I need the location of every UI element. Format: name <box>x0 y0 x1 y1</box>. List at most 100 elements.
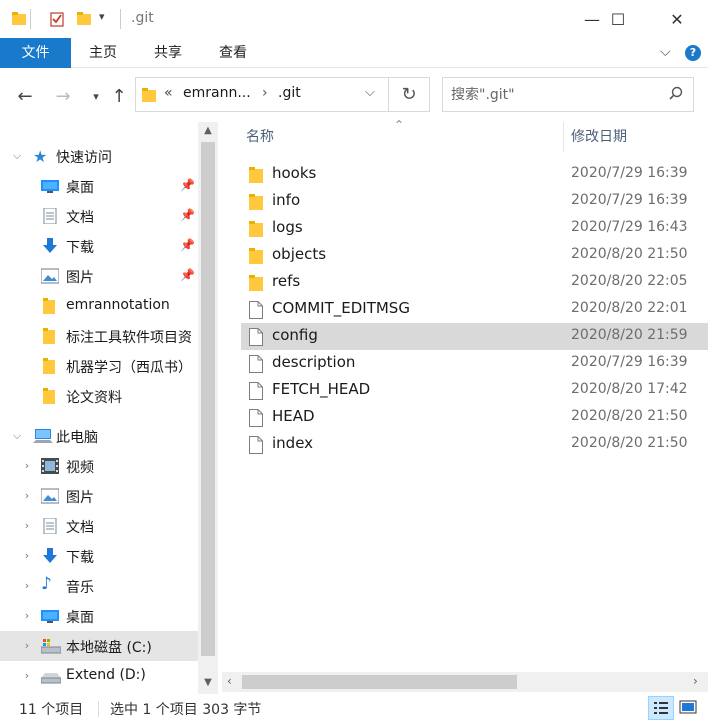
document-icon <box>41 517 59 535</box>
tab-home[interactable]: 主页 <box>80 38 126 68</box>
table-row[interactable]: config 2020/8/20 21:59 <box>241 323 708 350</box>
scrollbar-thumb[interactable] <box>201 142 215 656</box>
table-row[interactable]: objects 2020/8/20 21:50 <box>241 242 708 269</box>
close-button[interactable]: ✕ <box>654 0 700 38</box>
back-arrow-icon[interactable]: ← <box>13 85 37 107</box>
scroll-down-icon[interactable]: ▼ <box>198 674 218 692</box>
collapsed-chevron-icon[interactable]: › <box>20 669 34 683</box>
sidebar-item-documents[interactable]: 文档 📌 <box>0 201 198 231</box>
table-row[interactable]: description 2020/7/29 16:39 <box>241 350 708 377</box>
file-icon <box>249 382 265 400</box>
table-row[interactable]: index 2020/8/20 21:50 <box>241 431 708 458</box>
address-dropdown-icon[interactable]: ⌵ <box>365 85 375 100</box>
sidebar-item-annotation-project[interactable]: 标注工具软件项目资 <box>0 321 198 351</box>
sidebar-item-pc-desktop[interactable]: › 桌面 <box>0 601 198 631</box>
new-folder-icon[interactable] <box>76 11 92 31</box>
table-row[interactable]: hooks 2020/7/29 16:39 <box>241 161 708 188</box>
picture-icon <box>40 488 60 504</box>
address-bar[interactable]: « emrann... › .git ⌵ <box>135 77 389 112</box>
pin-icon[interactable]: 📌 <box>180 268 195 282</box>
sidebar-item-label: 标注工具软件项目资 <box>66 330 192 346</box>
sidebar-item-pc-downloads[interactable]: › 下载 <box>0 541 198 571</box>
sidebar-item-music[interactable]: › ♪ 音乐 <box>0 571 198 601</box>
sidebar-item-local-disk-c[interactable]: › 本地磁盘 (C:) <box>0 631 198 661</box>
refresh-button[interactable]: ↻ <box>389 77 430 112</box>
folder-icon <box>249 166 265 183</box>
properties-icon[interactable] <box>49 11 65 31</box>
horizontal-scrollbar[interactable]: ‹ › <box>222 672 708 692</box>
sidebar-item-emrannotation[interactable]: emrannotation <box>0 291 198 321</box>
item-count: 11 个项目 <box>19 702 84 718</box>
pin-icon[interactable]: 📌 <box>180 208 195 222</box>
maximize-button[interactable]: ☐ <box>595 0 641 38</box>
sidebar-item-machine-learning[interactable]: 机器学习（西瓜书） <box>0 351 198 381</box>
help-icon[interactable]: ? <box>685 45 701 61</box>
collapsed-chevron-icon[interactable]: › <box>20 549 34 563</box>
pin-icon[interactable]: 📌 <box>180 178 195 192</box>
table-row[interactable]: FETCH_HEAD 2020/8/20 17:42 <box>241 377 708 404</box>
sidebar-item-label: 文档 <box>66 210 94 226</box>
column-divider[interactable] <box>563 122 564 152</box>
large-icons-view-button[interactable] <box>676 696 702 720</box>
scrollbar-thumb[interactable] <box>242 675 517 689</box>
collapsed-chevron-icon[interactable]: › <box>20 489 34 503</box>
quick-access-label: 快速访问 <box>56 150 112 166</box>
quick-access[interactable]: ⌵ ★ 快速访问 <box>0 141 198 171</box>
file-name: index <box>272 434 314 452</box>
table-row[interactable]: info 2020/7/29 16:39 <box>241 188 708 215</box>
sidebar-item-pc-pictures[interactable]: › 图片 <box>0 481 198 511</box>
column-header-modified[interactable]: 修改日期 <box>571 122 708 154</box>
expanded-chevron-icon[interactable]: ⌵ <box>10 149 24 163</box>
forward-arrow-icon[interactable]: → <box>51 85 75 107</box>
scroll-up-icon[interactable]: ▲ <box>198 122 218 140</box>
collapsed-chevron-icon[interactable]: › <box>20 459 34 473</box>
sidebar-item-papers[interactable]: 论文资料 <box>0 381 198 411</box>
sidebar-item-downloads[interactable]: 下载 📌 <box>0 231 198 261</box>
sidebar-item-videos[interactable]: › 视频 <box>0 451 198 481</box>
breadcrumb-separator[interactable]: › <box>262 85 268 101</box>
file-modified-date: 2020/8/20 22:01 <box>571 300 688 316</box>
expanded-chevron-icon[interactable]: ⌵ <box>10 429 24 443</box>
search-icon[interactable] <box>669 86 683 104</box>
sidebar-item-desktop[interactable]: 桌面 📌 <box>0 171 198 201</box>
collapsed-chevron-icon[interactable]: › <box>20 609 34 623</box>
tab-file[interactable]: 文件 <box>0 38 71 68</box>
collapsed-chevron-icon[interactable]: › <box>20 639 34 653</box>
tab-view[interactable]: 查看 <box>210 38 256 68</box>
details-view-button[interactable] <box>648 696 674 720</box>
table-row[interactable]: COMMIT_EDITMSG 2020/8/20 22:01 <box>241 296 708 323</box>
music-icon: ♪ <box>41 574 52 594</box>
file-name: info <box>272 191 301 209</box>
folder-icon[interactable] <box>11 11 27 31</box>
column-header-name[interactable]: 名称 <box>246 122 562 154</box>
file-name: hooks <box>272 164 317 182</box>
pin-icon[interactable]: 📌 <box>180 238 195 252</box>
file-list: ⌃ 名称 修改日期 hooks 2020/7/29 16:39 info 2020/7… <box>222 118 708 694</box>
breadcrumb-emrannotation[interactable]: emrann... <box>183 85 251 101</box>
sidebar-item-extend-d[interactable]: › Extend (D:) <box>0 661 198 691</box>
this-pc[interactable]: ⌵ 此电脑 <box>0 421 198 451</box>
table-row[interactable]: HEAD 2020/8/20 21:50 <box>241 404 708 431</box>
scroll-right-icon[interactable]: › <box>693 674 698 688</box>
sidebar-item-pc-documents[interactable]: › 文档 <box>0 511 198 541</box>
search-input[interactable] <box>451 85 661 105</box>
scroll-left-icon[interactable]: ‹ <box>227 674 232 688</box>
up-arrow-icon[interactable]: ↑ <box>107 85 131 107</box>
customize-toolbar-icon[interactable]: ▾ <box>99 10 105 23</box>
address-overflow[interactable]: « <box>164 85 173 101</box>
table-row[interactable]: logs 2020/7/29 16:43 <box>241 215 708 242</box>
table-row[interactable]: refs 2020/8/20 22:05 <box>241 269 708 296</box>
collapsed-chevron-icon[interactable]: › <box>20 579 34 593</box>
recent-locations-icon[interactable]: ▾ <box>84 85 108 107</box>
file-icon <box>249 409 265 427</box>
sidebar-item-pictures[interactable]: 图片 📌 <box>0 261 198 291</box>
collapsed-chevron-icon[interactable]: › <box>20 519 34 533</box>
tab-share[interactable]: 共享 <box>145 38 191 68</box>
navigation-bar: ← → ▾ ↑ « emrann... › .git ⌵ ↻ <box>0 68 708 122</box>
details-view-icon <box>654 702 668 714</box>
search-box[interactable] <box>442 77 694 112</box>
breadcrumb-git[interactable]: .git <box>278 85 301 101</box>
nav-scrollbar[interactable]: ▲ ▼ <box>198 122 218 694</box>
expand-ribbon-icon[interactable]: ⌵ <box>660 44 671 60</box>
file-icon <box>249 301 265 319</box>
